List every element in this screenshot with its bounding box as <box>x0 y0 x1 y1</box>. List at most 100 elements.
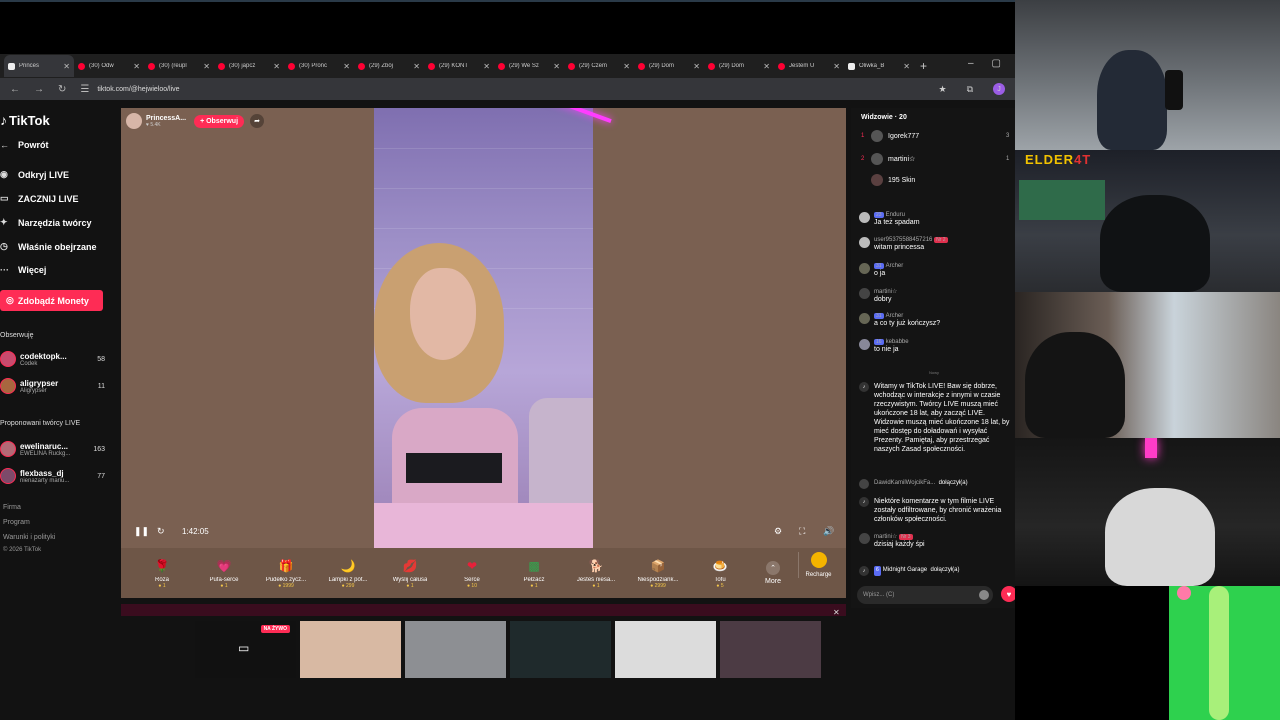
close-tab-icon[interactable]: ✕ <box>833 62 840 71</box>
gift-item[interactable]: 💋 Wyślij całusa ● 1 <box>379 550 441 596</box>
browser-tab[interactable]: Jestem U ✕ <box>774 55 844 77</box>
top-viewer[interactable]: 195 Skin <box>861 174 915 186</box>
close-tab-icon[interactable]: ✕ <box>693 62 700 71</box>
close-tab-icon[interactable]: ✕ <box>483 62 490 71</box>
live-thumb[interactable] <box>405 621 506 678</box>
close-tab-icon[interactable]: ✕ <box>343 62 350 71</box>
gift-item[interactable]: ▩ Pełzacz ● 1 <box>503 550 565 596</box>
emoji-icon[interactable] <box>979 590 989 600</box>
new-tab-button[interactable]: + <box>920 59 927 73</box>
following-item[interactable]: codektopk... Codek 58 <box>0 348 105 370</box>
volume-icon[interactable]: 🔊 <box>823 526 834 537</box>
more-gifts-button[interactable]: ⌃ More <box>751 561 795 585</box>
back-icon[interactable]: ← <box>10 84 20 95</box>
live-thumb[interactable] <box>720 621 821 678</box>
joined-user[interactable]: DawidKamilWojcikFa... <box>874 479 935 489</box>
close-tab-icon[interactable]: ✕ <box>903 62 910 71</box>
chat-message[interactable]: 31 Archer o ja <box>859 263 1009 278</box>
close-tab-icon[interactable]: ✕ <box>413 62 420 71</box>
browser-tab[interactable]: (29) KONT ✕ <box>424 55 494 77</box>
tab-title: (30) Odw <box>89 63 114 69</box>
close-tab-icon[interactable]: ✕ <box>553 62 560 71</box>
footer-program[interactable]: Program <box>3 519 30 526</box>
following-item[interactable]: aligrypser Aligrypser 11 <box>0 375 105 397</box>
browser-tab[interactable]: (29) Zbój ✕ <box>354 55 424 77</box>
nav-recently-watched[interactable]: ◷ Właśnie obejrzane <box>0 241 97 252</box>
gift-item[interactable]: 💗 Pufa-serce ● 1 <box>193 550 255 596</box>
nav-discover-live[interactable]: ◉ Odkryj LIVE <box>0 169 69 180</box>
close-tab-icon[interactable]: ✕ <box>623 62 630 71</box>
gift-item[interactable]: ❤ Serce ● 10 <box>441 550 503 596</box>
browser-tab[interactable]: (30) Odw ✕ <box>74 55 144 77</box>
youtube-icon <box>638 62 645 70</box>
host-avatar[interactable] <box>126 113 142 129</box>
live-thumb[interactable] <box>510 621 611 678</box>
site-info-icon[interactable]: ☰ <box>80 84 89 95</box>
close-tab-icon[interactable]: ✕ <box>203 62 210 71</box>
browser-tab[interactable]: Princes ✕ <box>4 55 74 77</box>
browser-tab[interactable]: (29) Dom ✕ <box>634 55 704 77</box>
top-viewer[interactable]: 1 Igorek777 3 <box>861 130 1009 142</box>
top-viewer[interactable]: 2 martini☆ 1 <box>861 153 1009 165</box>
gift-item[interactable]: 📦 Niespodziank... ● 2999 <box>627 550 689 596</box>
fullscreen-icon[interactable]: ⛶ <box>799 526 805 537</box>
reload-icon[interactable]: ↻ <box>58 84 66 95</box>
joined-user[interactable]: Midnight Garage <box>883 566 927 576</box>
chat-message[interactable]: martini☆ Nr 3 dzisiaj każdy śpi <box>859 533 1009 549</box>
close-icon[interactable]: ✕ <box>833 608 840 617</box>
browser-tab[interactable]: (29) We Sz ✕ <box>494 55 564 77</box>
refresh-icon[interactable]: ↻ <box>157 526 165 537</box>
url-text[interactable]: tiktok.com/@hejwieloo/live <box>97 86 179 93</box>
live-thumb[interactable]: NA ŻYWO ▭ <box>195 621 296 678</box>
chat-message[interactable]: user953755884572​16 Nr 2 witam princessa <box>859 237 1009 252</box>
maximize-icon[interactable]: ▢ <box>992 58 1001 69</box>
extensions-icon[interactable]: ⧉ <box>967 84 973 95</box>
profile-avatar[interactable]: J <box>993 83 1005 95</box>
gift-item[interactable]: 🐕 Jesteś niesa... ● 1 <box>565 550 627 596</box>
chat-message[interactable]: 31 Archer a co ty już kończysz? <box>859 313 1009 328</box>
chat-input[interactable]: Wpisz... (C) <box>857 586 993 604</box>
chat-message[interactable]: 16 kebabbe to nie ja <box>859 339 1009 354</box>
suggested-item[interactable]: flexbass_dj nienazarty mariu... 77 <box>0 465 105 487</box>
footer-terms[interactable]: Warunki i polityki <box>3 534 55 541</box>
recharge-button[interactable]: Recharge <box>798 552 838 578</box>
close-tab-icon[interactable]: ✕ <box>763 62 770 71</box>
live-thumb[interactable] <box>615 621 716 678</box>
nav-more[interactable]: ··· Więcej <box>0 265 46 275</box>
browser-tab[interactable]: (30) Pronc ✕ <box>284 55 354 77</box>
stream-time: 1:42:05 <box>182 527 209 536</box>
live-thumb[interactable] <box>300 621 401 678</box>
viewers-header[interactable]: Widzowie · 20 <box>861 114 907 121</box>
minimize-icon[interactable]: – <box>968 58 974 69</box>
chat-message[interactable]: martini☆ dobry <box>859 288 1009 304</box>
pause-icon[interactable]: ❚❚ <box>134 526 149 537</box>
browser-tab[interactable]: (29) Dom ✕ <box>704 55 774 77</box>
nav-start-live[interactable]: ▭ ZACZNIJ LIVE <box>0 193 79 204</box>
gift-item[interactable]: 🎁 Pudełko życz... ● 1999 <box>255 550 317 596</box>
gift-item[interactable]: 🌹 Róża ● 1 <box>131 550 193 596</box>
chat-message[interactable]: 23 Enduru Ja też spadam <box>859 212 1009 227</box>
browser-tab[interactable]: (30) (reupl ✕ <box>144 55 214 77</box>
close-tab-icon[interactable]: ✕ <box>63 62 70 71</box>
browser-tab[interactable]: (30) japcz ✕ <box>214 55 284 77</box>
settings-icon[interactable]: ⚙ <box>774 526 782 537</box>
get-coins-button[interactable]: ◎ Zdobądź Monety <box>0 290 103 311</box>
gift-item[interactable]: 🌙 Lampki z pót... ● 299 <box>317 550 379 596</box>
browser-tab[interactable]: (29) Czem ✕ <box>564 55 634 77</box>
forward-icon[interactable]: → <box>34 84 44 95</box>
close-tab-icon[interactable]: ✕ <box>133 62 140 71</box>
follow-button[interactable]: + Obserwuj <box>194 114 245 128</box>
bookmark-star-icon[interactable]: ★ <box>938 84 946 95</box>
browser-tab[interactable]: Oliwka_B ✕ <box>844 55 914 77</box>
nav-creator-tools[interactable]: ✦ Narzędzia twórcy <box>0 217 92 228</box>
close-tab-icon[interactable]: ✕ <box>273 62 280 71</box>
share-icon[interactable]: ➦ <box>250 114 265 128</box>
tiktok-logo[interactable]: ♪ TikTok <box>0 112 50 128</box>
suggested-item[interactable]: ewelinaruc... EWELINA Ruckg... 163 <box>0 438 105 460</box>
footer-company[interactable]: Firma <box>3 504 21 511</box>
gift-item[interactable]: 🍮 Tofu ● 5 <box>689 550 751 596</box>
nav-back[interactable]: ← Powrót <box>0 140 49 150</box>
host-name[interactable]: PrincessA... <box>146 115 186 122</box>
live-video-player[interactable]: PrincessA... ♥ 5.4K + Obserwuj ➦ ❚❚ ↻ 1:4… <box>121 108 846 548</box>
tab-title: (30) japcz <box>229 63 256 69</box>
